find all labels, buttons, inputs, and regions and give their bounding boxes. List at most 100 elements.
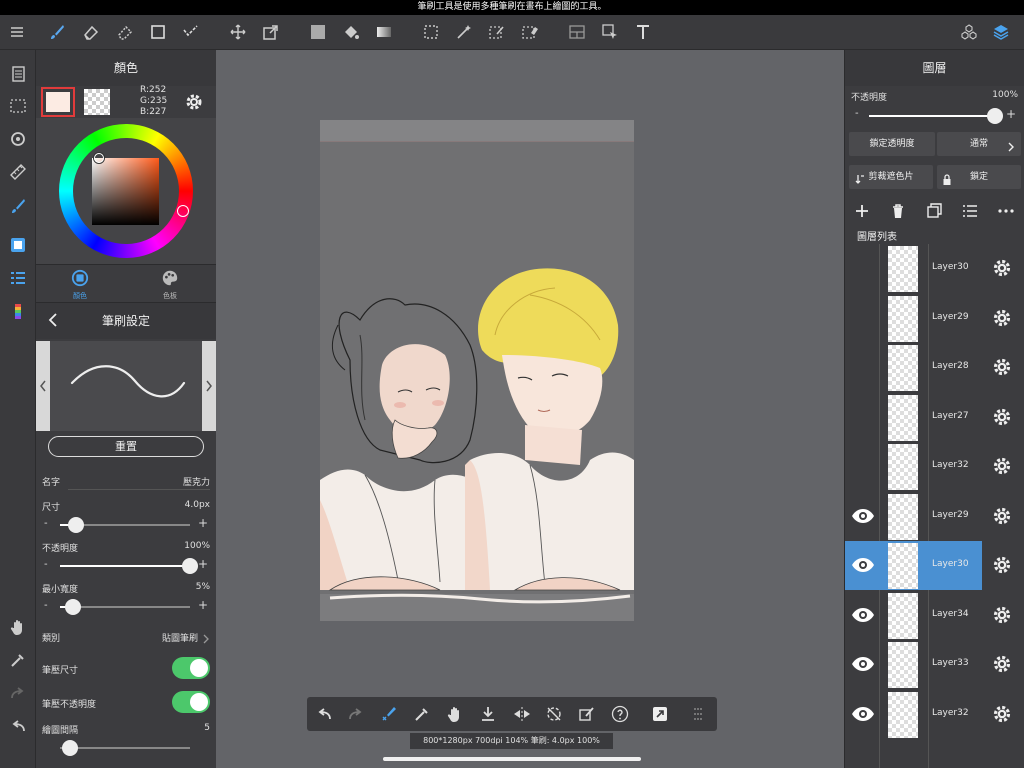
opacity-slider[interactable] xyxy=(60,558,198,574)
rotate-icon[interactable] xyxy=(6,127,30,151)
help-icon[interactable] xyxy=(611,705,629,723)
magic-wand-icon[interactable] xyxy=(453,21,475,43)
frame-divider-icon[interactable] xyxy=(566,21,588,43)
layer-settings-gear-icon[interactable] xyxy=(992,506,1012,526)
text-tool-icon[interactable] xyxy=(632,21,654,43)
prev-brush-button[interactable] xyxy=(36,341,50,431)
ruler-icon[interactable] xyxy=(6,160,30,184)
layer-opacity-decrease-button[interactable]: - xyxy=(855,108,859,119)
layer-opacity-thumb[interactable] xyxy=(987,108,1003,124)
move-icon[interactable] xyxy=(227,21,249,43)
brush-name-value[interactable]: 壓克力 xyxy=(183,475,210,488)
visibility-toggle[interactable] xyxy=(849,454,877,478)
saturation-value-square[interactable] xyxy=(92,158,159,225)
min-width-slider[interactable] xyxy=(60,599,190,615)
quick-eyedropper-icon[interactable] xyxy=(413,705,431,723)
fill-color-icon[interactable] xyxy=(307,21,329,43)
visibility-toggle[interactable] xyxy=(849,256,877,280)
tab-palette[interactable]: 色板 xyxy=(158,269,182,303)
undo-icon[interactable] xyxy=(6,714,30,738)
reset-button[interactable]: 重置 xyxy=(48,436,204,457)
import-icon[interactable] xyxy=(479,705,497,723)
layers-toggle-icon[interactable] xyxy=(990,21,1012,43)
layer-settings-gear-icon[interactable] xyxy=(992,555,1012,575)
3d-model-icon[interactable] xyxy=(958,21,980,43)
blend-mode-chevron-icon[interactable] xyxy=(1007,138,1015,152)
tab-color[interactable]: 顏色 xyxy=(68,269,92,303)
min-width-decrease-button[interactable]: - xyxy=(44,600,48,611)
opacity-increase-button[interactable]: + xyxy=(198,557,208,571)
layer-settings-gear-icon[interactable] xyxy=(992,456,1012,476)
spacing-slider[interactable] xyxy=(60,740,190,756)
pressure-opacity-toggle[interactable] xyxy=(172,691,210,713)
visibility-eye-icon[interactable] xyxy=(849,603,877,627)
pages-icon[interactable] xyxy=(6,62,30,86)
hue-picker-handle[interactable] xyxy=(177,205,189,217)
layer-row[interactable]: Layer29 xyxy=(845,492,1024,541)
paint-bucket-icon[interactable] xyxy=(340,21,362,43)
gradient-icon[interactable] xyxy=(373,21,395,43)
blur-eraser-icon[interactable] xyxy=(114,21,136,43)
size-slider-thumb[interactable] xyxy=(67,517,84,533)
redo-icon[interactable] xyxy=(6,681,30,705)
size-decrease-button[interactable]: - xyxy=(44,518,48,529)
visibility-eye-icon[interactable] xyxy=(849,553,877,577)
drawing-canvas[interactable] xyxy=(320,120,634,621)
add-layer-icon[interactable] xyxy=(853,202,871,220)
sv-picker-handle[interactable] xyxy=(94,153,104,163)
brush-panel-icon[interactable] xyxy=(6,194,30,218)
layer-settings-gear-icon[interactable] xyxy=(992,704,1012,724)
duplicate-layer-icon[interactable] xyxy=(925,202,943,220)
dotted-line-icon[interactable] xyxy=(180,21,202,43)
quick-undo-icon[interactable] xyxy=(315,705,333,723)
hand-icon[interactable] xyxy=(6,615,30,639)
stabilizer-icon[interactable] xyxy=(380,705,398,723)
rotate-reset-icon[interactable] xyxy=(545,705,563,723)
color-panel-icon[interactable] xyxy=(6,233,30,257)
eyedropper-icon[interactable] xyxy=(6,648,30,672)
layer-row[interactable]: Layer28 xyxy=(845,343,1024,392)
layer-settings-gear-icon[interactable] xyxy=(992,407,1012,427)
selection-panel-icon[interactable] xyxy=(6,94,30,118)
menu-icon[interactable] xyxy=(6,21,28,43)
layer-settings-gear-icon[interactable] xyxy=(992,258,1012,278)
pressure-size-toggle[interactable] xyxy=(172,657,210,679)
layer-row[interactable]: Layer27 xyxy=(845,393,1024,442)
layer-row[interactable]: Layer30 xyxy=(845,244,1024,293)
layer-row[interactable]: Layer30 xyxy=(845,541,1024,590)
lock-alpha-button[interactable]: 鎖定透明度 xyxy=(849,132,935,156)
select-pen-icon[interactable] xyxy=(486,21,508,43)
eraser-tool-icon[interactable] xyxy=(80,21,102,43)
operation-tool-icon[interactable] xyxy=(599,21,621,43)
transform-icon[interactable] xyxy=(260,21,282,43)
min-width-increase-button[interactable]: + xyxy=(198,598,208,612)
shape-tool-icon[interactable] xyxy=(147,21,169,43)
layer-settings-gear-icon[interactable] xyxy=(992,605,1012,625)
layer-list-icon[interactable] xyxy=(961,202,979,220)
layer-settings-gear-icon[interactable] xyxy=(992,357,1012,377)
home-indicator[interactable] xyxy=(383,757,641,761)
spacing-slider-thumb[interactable] xyxy=(62,740,79,756)
layer-row[interactable]: Layer34 xyxy=(845,591,1024,640)
visibility-toggle[interactable] xyxy=(849,405,877,429)
layer-settings-gear-icon[interactable] xyxy=(992,308,1012,328)
size-increase-button[interactable]: + xyxy=(198,516,208,530)
layer-opacity-slider[interactable] xyxy=(869,108,1003,124)
min-width-slider-thumb[interactable] xyxy=(65,599,81,615)
opacity-slider-thumb[interactable] xyxy=(182,558,198,574)
fullscreen-icon[interactable] xyxy=(651,705,669,723)
layer-row[interactable]: Layer33 xyxy=(845,640,1024,689)
size-slider[interactable] xyxy=(60,517,190,533)
quick-hand-icon[interactable] xyxy=(446,705,464,723)
visibility-toggle[interactable] xyxy=(849,355,877,379)
edit-selection-icon[interactable] xyxy=(578,705,596,723)
layer-opacity-increase-button[interactable]: + xyxy=(1006,107,1016,121)
category-chevron-icon[interactable] xyxy=(202,630,210,644)
quick-redo-icon[interactable] xyxy=(347,705,365,723)
drag-handle-icon[interactable] xyxy=(689,705,707,723)
more-options-icon[interactable] xyxy=(997,202,1015,220)
category-value[interactable]: 貼圖筆刷 xyxy=(162,631,198,644)
brush-list-icon[interactable] xyxy=(6,266,30,290)
select-eraser-icon[interactable] xyxy=(519,21,541,43)
delete-layer-icon[interactable] xyxy=(889,202,907,220)
